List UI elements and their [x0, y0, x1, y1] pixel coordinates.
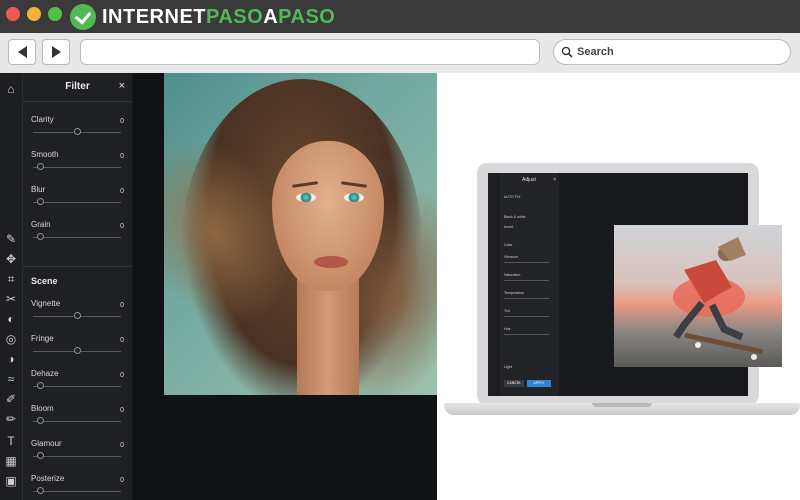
slider-knob[interactable]: [37, 233, 44, 240]
move-icon: ✥: [5, 252, 17, 266]
filter-panel-title: Filter: [65, 81, 90, 92]
slider-knob[interactable]: [74, 312, 81, 319]
slider-knob[interactable]: [74, 347, 81, 354]
slider-knob[interactable]: [37, 163, 44, 170]
filter-slider-vignette[interactable]: Vignette 0: [31, 299, 124, 333]
filter-slider-smooth[interactable]: Smooth 0: [31, 150, 124, 184]
page-content: ⌂ ✎ ✥ ⌗ ✂ ◐ ◎ ◑ ≈ ✐ ✏ T ▦ ▣ Filter × Cla…: [0, 73, 800, 500]
filter-slider-dehaze[interactable]: Dehaze 0: [31, 369, 124, 403]
arrow-right-icon: [51, 46, 61, 58]
title-bar: INTERNETPASOAPASO: [0, 0, 800, 33]
slider-knob[interactable]: [37, 487, 44, 494]
search-placeholder: Search: [577, 46, 614, 58]
maximize-window-button[interactable]: [48, 7, 62, 21]
skateboarder-figure: [673, 237, 764, 360]
adjust-icon: ◐: [7, 312, 15, 326]
filter-slider-bloom[interactable]: Bloom 0: [31, 404, 124, 438]
text-icon: T: [7, 434, 15, 448]
checkmark-icon: [70, 4, 96, 30]
tool-column: ⌂ ✎ ✥ ⌗ ✂ ◐ ◎ ◑ ≈ ✐ ✏ T ▦ ▣: [0, 73, 23, 500]
filter-slider-blur[interactable]: Blur 0: [31, 185, 124, 219]
scene-section-title: Scene: [31, 276, 58, 286]
mini-adjust-panel: Adjust × AUTO FIX Black & white Invert C…: [499, 173, 559, 396]
slider-knob[interactable]: [37, 417, 44, 424]
filter-slider-grain[interactable]: Grain 0: [31, 220, 124, 254]
crop-icon: ⌗: [7, 271, 15, 286]
skateboarder-photo: [614, 225, 782, 367]
slider-knob[interactable]: [37, 382, 44, 389]
close-icon: ×: [553, 177, 556, 183]
search-icon: [561, 46, 573, 58]
address-bar[interactable]: [80, 39, 540, 65]
minimize-window-button[interactable]: [27, 7, 41, 21]
search-input[interactable]: Search: [553, 39, 791, 65]
brush-icon: ✐: [5, 392, 17, 406]
filter-icon: ◎: [5, 332, 17, 346]
slider-knob[interactable]: [37, 452, 44, 459]
back-button[interactable]: [8, 39, 36, 65]
texture-icon: ▦: [5, 454, 17, 468]
laptop-screen: Adjust × AUTO FIX Black & white Invert C…: [488, 173, 782, 396]
scissors-icon: ✂: [5, 292, 17, 306]
laptop-illustration: Adjust × AUTO FIX Black & white Invert C…: [444, 159, 800, 429]
site-logo[interactable]: INTERNETPASOAPASO: [70, 4, 335, 30]
site-logo-text: INTERNETPASOAPASO: [102, 5, 336, 28]
close-icon[interactable]: ×: [119, 80, 125, 92]
slider-knob[interactable]: [37, 198, 44, 205]
mini-tool-column: [488, 173, 498, 396]
pencil-icon: ✏: [5, 412, 17, 426]
slider-knob[interactable]: [74, 128, 81, 135]
arrow-left-icon: [17, 46, 27, 58]
filter-slider-glamour[interactable]: Glamour 0: [31, 439, 124, 473]
browser-toolbar: Search: [0, 33, 800, 74]
filter-slider-fringe[interactable]: Fringe 0: [31, 334, 124, 368]
divider: [23, 266, 132, 267]
edit-icon: ✎: [5, 232, 17, 246]
filter-panel: Filter × Clarity 0 Smooth 0 Blur 0 Grain…: [23, 73, 132, 500]
image-icon: ▣: [5, 474, 17, 488]
filter-slider-posterize[interactable]: Posterize 0: [31, 474, 124, 500]
woman-portrait-image: [164, 73, 437, 395]
contrast-icon: ◑: [7, 352, 15, 366]
waves-icon: ≈: [7, 372, 15, 386]
forward-button[interactable]: [42, 39, 70, 65]
filter-slider-clarity[interactable]: Clarity 0: [31, 115, 124, 149]
close-window-button[interactable]: [6, 7, 20, 21]
home-icon: ⌂: [7, 82, 15, 96]
